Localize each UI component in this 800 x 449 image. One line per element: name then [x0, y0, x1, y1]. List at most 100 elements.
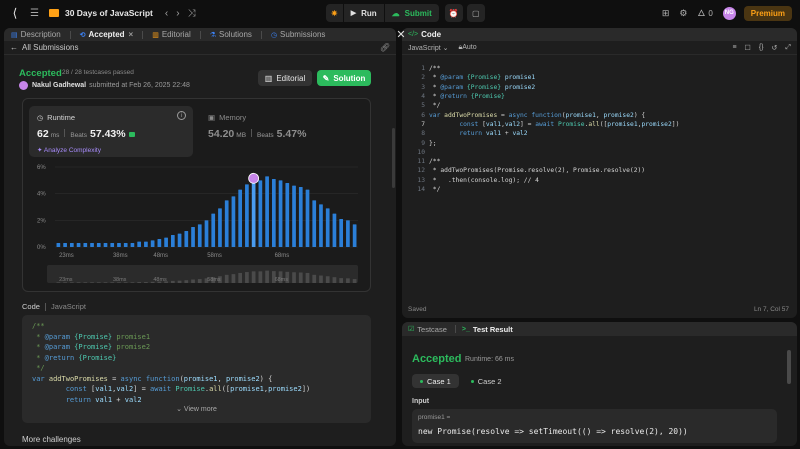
chart-bar [103, 243, 108, 247]
overview-tick-label: 58ms [207, 277, 221, 283]
info-icon[interactable]: i [177, 111, 186, 120]
chart-bar [352, 224, 357, 247]
language-select[interactable]: JavaScript ⌄ [408, 44, 449, 52]
result-scrollbar[interactable] [787, 350, 791, 384]
clock-icon: ◷ [37, 114, 44, 122]
line-number: 5 [421, 102, 425, 110]
line-code: /** [429, 158, 441, 166]
streak-count: 0 [708, 8, 713, 18]
leetcode-logo-icon[interactable]: ⟨ [8, 6, 22, 20]
case-tabs: Case 1 Case 2 [412, 374, 514, 388]
line-number: 11 [417, 158, 425, 166]
result-status: Accepted [412, 353, 462, 365]
editorial-button[interactable]: ▥ Editorial [258, 70, 312, 86]
alarm-icon: ⏰ [448, 8, 459, 18]
overview-bar [305, 272, 310, 283]
share-link-icon[interactable]: 🔗︎ [380, 43, 390, 52]
left-scrollbar[interactable] [392, 128, 395, 188]
tab-test-result[interactable]: >_ Test Result [462, 325, 513, 334]
layout-icon[interactable]: ⊞ [662, 8, 670, 19]
problem-list-button[interactable]: 30 Days of JavaScript [48, 8, 153, 18]
braces-icon[interactable]: {} [759, 44, 764, 52]
auto-mode-toggle[interactable]: 🔒︎ Auto [459, 44, 477, 52]
cloud-upload-icon: ☁ [391, 8, 400, 18]
close-tab-icon[interactable]: × [129, 30, 134, 39]
tab-editorial[interactable]: ▥ Editorial [149, 30, 194, 39]
menu-icon[interactable]: ☰ [30, 8, 39, 19]
terminal-icon: >_ [461, 325, 470, 333]
memory-title[interactable]: ▣ Memory [208, 113, 246, 122]
format-icon[interactable]: ≡ [732, 44, 736, 52]
tab-description[interactable]: ▤ Description [8, 30, 64, 39]
next-problem-icon[interactable]: › [176, 8, 179, 19]
submission-subbar: ← All Submissions 🔗︎ [4, 41, 396, 55]
tab-testcase[interactable]: ☑ Testcase [408, 325, 447, 334]
chart-bar [123, 243, 128, 247]
analyze-complexity-link[interactable]: ✦ Analyze Complexity [37, 146, 101, 154]
editor-line: 13 * .then(console.log); // 4 [402, 176, 797, 185]
prev-problem-icon[interactable]: ‹ [165, 8, 168, 19]
fullscreen-icon[interactable]: ⤢ [785, 44, 791, 52]
line-number: 7 [421, 120, 425, 128]
sparkle-icon: ✦ [37, 147, 44, 154]
line-number: 6 [421, 111, 425, 119]
left-tabs: ▤ Description ⟲ Accepted × ▥ Editorial ⚗ Solu… [4, 28, 396, 41]
overview-bar [312, 274, 317, 283]
author-name[interactable]: Nakul Gadhewal [32, 82, 86, 89]
chart-bar [191, 227, 195, 247]
tab-submissions[interactable]: ◷ Submissions [268, 30, 328, 39]
streak-fire-icon[interactable]: 🜂 [697, 4, 705, 22]
line-number: 4 [421, 93, 425, 101]
runtime-card[interactable]: ◷ Runtime i 62 ms Beats 57.43% ✦ Analyze … [29, 106, 193, 157]
chart-bar [231, 196, 236, 247]
bug-icon: ✷ [331, 8, 338, 18]
x-tick-label: 58ms [207, 253, 222, 259]
notes-button[interactable]: ▢ [466, 4, 485, 22]
code-language: JavaScript [50, 302, 86, 311]
avatar-initials: NG [724, 10, 734, 16]
panel-splitter[interactable] [398, 28, 400, 446]
overview-bar [191, 279, 195, 283]
submit-label: Submit [404, 8, 432, 18]
debug-button[interactable]: ✷ [326, 4, 343, 22]
language-value: JavaScript [408, 44, 441, 52]
case-2-tab[interactable]: Case 2 [463, 374, 510, 388]
bookmark-icon[interactable]: ☐ [745, 44, 751, 52]
run-button[interactable]: ▶ Run [343, 4, 384, 22]
editor-line: 11 /** [402, 157, 797, 166]
top-nav: ⟨ ☰ 30 Days of JavaScript ‹ › ⤨ ✷ ▶ Run ☁… [0, 0, 800, 26]
author-avatar[interactable] [19, 81, 28, 90]
solution-button[interactable]: ✎ Solution [317, 70, 371, 86]
tab-divider [199, 30, 201, 39]
runtime-distribution-chart[interactable]: 6% 4% 2% 0% 23ms 38ms 48ms 58ms 68ms 23ms 38ms 48ms… [23, 161, 372, 291]
editor-line: 6 var addTwoPromises = async function(pro… [402, 110, 797, 119]
overview-bar [258, 271, 263, 283]
editor-tab-label[interactable]: Code [421, 30, 441, 39]
case-1-tab[interactable]: Case 1 [412, 374, 459, 388]
timer-button[interactable]: ⏰ [444, 4, 463, 22]
line-number: 8 [421, 130, 425, 138]
overview-tick-label: 68ms [275, 277, 289, 283]
editor-lines[interactable]: 1 /** 2 * @param {Promise} promise1 3 * @… [402, 64, 797, 194]
view-more-button[interactable]: ⌄ View more [22, 405, 371, 413]
chart-bar [278, 180, 283, 247]
runtime-value-row: 62 ms Beats 57.43% [37, 128, 135, 140]
overview-bar [90, 282, 94, 283]
overview-bar [265, 270, 269, 283]
tab-accepted[interactable]: ⟲ Accepted × [77, 30, 137, 39]
all-submissions-link[interactable]: All Submissions [22, 43, 78, 52]
avatar[interactable]: NG [722, 6, 736, 20]
chart-bar [69, 243, 74, 247]
back-arrow-icon[interactable]: ← [10, 43, 18, 52]
shuffle-icon[interactable]: ⤨ [188, 8, 196, 19]
overview-bar [339, 278, 344, 283]
tab-solutions[interactable]: ⚗ Solutions [207, 30, 255, 39]
settings-icon[interactable]: ⚙ [679, 8, 687, 19]
submit-button[interactable]: ☁ Submit [384, 4, 439, 22]
checkbox-icon: ☑ [408, 326, 415, 333]
close-icon[interactable]: ✕ [395, 28, 407, 41]
reset-icon[interactable]: ↺ [772, 44, 778, 52]
chart-bar [96, 243, 101, 247]
input-name: promise1 = [418, 414, 451, 421]
premium-button[interactable]: Premium [743, 5, 792, 21]
